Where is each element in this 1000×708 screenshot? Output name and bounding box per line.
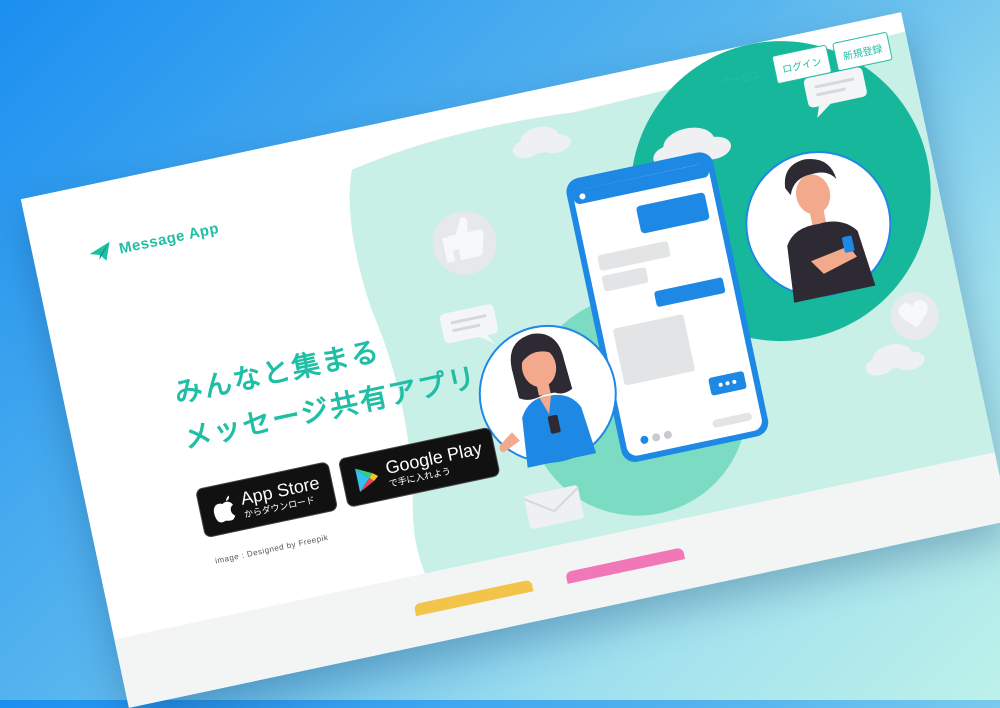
hero-section: Message App サービス ログイン 新規登録 みんなと集まる メッセージ… bbox=[21, 12, 1000, 708]
browser-page: Message App サービス ログイン 新規登録 みんなと集まる メッセージ… bbox=[20, 12, 1000, 708]
google-play-icon bbox=[355, 468, 379, 493]
apple-icon bbox=[213, 495, 236, 523]
nav-service-link[interactable]: サービス bbox=[712, 64, 770, 90]
